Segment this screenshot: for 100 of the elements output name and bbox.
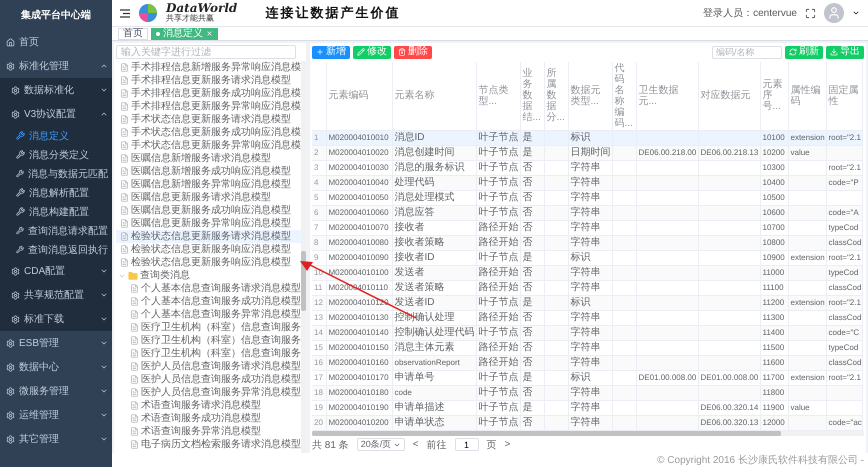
table-row[interactable]: 6 M020004010060 消息应答 叶子节点 否 字符串 10600 code="A xyxy=(312,205,862,220)
sidebar-item[interactable]: 标准下载 xyxy=(0,307,112,331)
table-cell: 11100 xyxy=(760,280,788,296)
sidebar-item[interactable]: 消息分类定义 xyxy=(0,145,112,164)
column-header[interactable]: 代码名称编码... xyxy=(612,62,636,130)
sidebar-item[interactable]: 查询消息返回执行 xyxy=(0,240,112,259)
tree-item[interactable]: 手术排程信息更新服务成功响应消息模 xyxy=(116,87,301,100)
tree-item[interactable]: 医嘱信息新增服务异常响应消息模型 xyxy=(116,178,301,191)
column-header[interactable]: 所属数据分... xyxy=(544,62,568,130)
tree-item[interactable]: 术语查询服务请求消息模型 xyxy=(116,399,301,412)
next-page-button[interactable]: > xyxy=(504,439,510,450)
close-icon[interactable] xyxy=(206,30,213,37)
table-row[interactable]: 15 M020004010150 消息主体元素 路径开始 否 字符串 11500 typeCod xyxy=(312,340,862,356)
tree-item[interactable]: 手术状态信息更新服务异常响应消息模 xyxy=(116,139,301,152)
table-row[interactable]: 19 M020004010190 申请单描述 叶子节点 是 字符串 DE06.00.320.14 11900 value xyxy=(312,400,862,416)
document-icon xyxy=(120,128,129,137)
table-cell: 11300 xyxy=(760,310,788,326)
column-header[interactable]: 对应数据元 xyxy=(698,62,760,130)
tree-item[interactable]: 术语查询服务异常消息模型 xyxy=(116,425,301,438)
menu-icon[interactable] xyxy=(120,8,130,18)
avatar[interactable] xyxy=(824,3,844,23)
tree-item[interactable]: 检验状态信息更新服务请求消息模型 xyxy=(116,230,301,243)
add-button[interactable]: 新增 xyxy=(312,46,350,59)
table-row[interactable]: 2 M020004010020 消息创建时间 叶子节点 是 日期时间 DE06.00.218.00 DE06.00.218.13 10200 value xyxy=(312,145,862,160)
page-size-select[interactable]: 20条/页 xyxy=(356,438,405,452)
tree-item[interactable]: 个人基本信息查询服务异常消息模型 xyxy=(116,308,301,321)
table-row[interactable]: 16 M020004010160 observationReport 路径开始 否 字符串 11600 classCod xyxy=(312,355,862,370)
prev-page-button[interactable]: < xyxy=(412,439,419,450)
column-header[interactable]: 属性编码 xyxy=(788,62,826,130)
sidebar-item[interactable]: 消息构建配置 xyxy=(0,202,112,221)
tree-item[interactable]: 医疗卫生机构（科室）信息查询服务 xyxy=(116,321,301,334)
table-cell: 叶子节点 xyxy=(476,250,520,266)
tree-item[interactable]: 手术排程信息新增服务异常响应消息模 xyxy=(116,61,301,74)
sidebar-item[interactable]: 消息解析配置 xyxy=(0,183,112,202)
table-cell: DE06.00.320.13 xyxy=(698,415,760,430)
delete-button[interactable]: 删除 xyxy=(394,46,432,59)
tree-item[interactable]: 医嘱信息新增服务请求消息模型 xyxy=(116,152,301,165)
sidebar-item[interactable]: 共享规范配置 xyxy=(0,283,112,307)
row-number: 4 xyxy=(312,175,326,190)
tree-item[interactable]: 医护人员信息查询服务成功消息模型 xyxy=(116,373,301,386)
table-cell: M020004010130 xyxy=(326,310,392,326)
caret-icon[interactable] xyxy=(852,9,860,17)
tree-item[interactable]: 电子病历文档检索服务请求消息模型 xyxy=(116,438,301,451)
tree-item[interactable]: 检验状态信息更新服务响应消息模型 xyxy=(116,256,301,269)
table-cell: 否 xyxy=(520,205,544,220)
tree-item[interactable]: 手术状态信息更新服务请求消息模型 xyxy=(116,113,301,126)
column-header[interactable]: 元素名称 xyxy=(392,62,476,130)
table-cell: 路径开始 xyxy=(476,355,520,370)
tree-item[interactable]: 手术状态信息更新服务成功响应消息模 xyxy=(116,126,301,139)
tree-item[interactable]: 个人基本信息查询服务请求消息模型 xyxy=(116,282,301,295)
column-header[interactable]: 业务数据结... xyxy=(520,62,544,130)
sidebar-item[interactable]: 数据标准化 xyxy=(0,78,112,102)
tree-item[interactable]: 医嘱信息更新服务成功响应消息模型 xyxy=(116,204,301,217)
horizontal-scrollbar[interactable] xyxy=(312,430,864,436)
tree-item[interactable]: 手术排程信息更新服务异常响应消息模 xyxy=(116,100,301,113)
column-header[interactable]: 固定属性 xyxy=(826,62,862,130)
column-header[interactable]: 元素编码 xyxy=(326,62,392,130)
table-row[interactable]: 1 M020004010010 消息ID 叶子节点 是 标识 10100 extension root="2.1 xyxy=(312,130,862,146)
table-row[interactable]: 8 M020004010080 接收者策略 路径开始 否 字符串 10800 classCod xyxy=(312,235,862,250)
tree-item[interactable]: 医嘱信息新增服务成功响应消息模型 xyxy=(116,165,301,178)
table-cell: 11800 xyxy=(760,385,788,400)
tree-item[interactable]: 医嘱信息更新服务请求消息模型 xyxy=(116,191,301,204)
sidebar-item[interactable]: V3协议配置 xyxy=(0,102,112,126)
table-cell: 字符串 xyxy=(568,205,612,220)
tree-folder[interactable]: 查询类消息 xyxy=(116,269,301,282)
table-row[interactable]: 4 M020004010040 处理代码 叶子节点 否 字符串 10400 code="P xyxy=(312,175,862,190)
filter-field[interactable]: 输入关键字进行过滤 xyxy=(116,45,296,59)
table-row[interactable]: 14 M020004010140 控制确认处理代码 叶子节点 否 字符串 11400 code="C xyxy=(312,325,862,340)
sidebar-item[interactable]: 查询消息请求配置 xyxy=(0,221,112,240)
document-icon xyxy=(120,258,129,267)
tree-item[interactable]: 医疗卫生机构（科室）信息查询服务 xyxy=(116,347,301,360)
table-cell: 标识 xyxy=(568,370,612,386)
sidebar-item[interactable]: CDA配置 xyxy=(0,259,112,283)
tab[interactable]: 首页 xyxy=(118,28,148,40)
column-header[interactable]: 元素序号... xyxy=(760,62,788,130)
table-row[interactable]: 7 M020004010070 接收者 路径开始 否 字符串 10700 typeCod xyxy=(312,220,862,236)
scrollbar[interactable] xyxy=(301,61,306,453)
tree-item[interactable]: 医护人员信息查询服务异常消息模型 xyxy=(116,386,301,399)
tree-item[interactable]: 术语查询服务成功消息模型 xyxy=(116,412,301,425)
search-field[interactable]: 编码/名称 xyxy=(712,46,782,59)
chevron-down-icon xyxy=(100,86,108,94)
tree-item[interactable]: 个人基本信息查询服务成功消息模型 xyxy=(116,295,301,308)
page-field[interactable]: 1 xyxy=(454,438,479,452)
sidebar-item[interactable]: 消息定义 xyxy=(0,126,112,145)
tree-item[interactable]: 医嘱信息更新服务异常响应消息模型 xyxy=(116,217,301,230)
fullscreen-icon[interactable] xyxy=(805,8,816,18)
tree-item[interactable]: 手术排程信息更新服务请求消息模型 xyxy=(116,74,301,87)
tree-item[interactable]: 检验状态信息更新服务响应消息模型 xyxy=(116,243,301,256)
column-header[interactable]: 节点类型... xyxy=(476,62,520,130)
table-row[interactable]: 9 M020004010090 接收者ID 叶子节点 是 标识 10900 extension root="2.1 xyxy=(312,250,862,266)
tree-item[interactable]: 医护人员信息查询服务请求消息模型 xyxy=(116,360,301,373)
sidebar-item[interactable]: 消息与数据元匹配 xyxy=(0,164,112,183)
table-row[interactable]: 5 M020004010050 消息处理模式 叶子节点 否 字符串 10500 xyxy=(312,190,862,206)
table-cell: 字符串 xyxy=(568,355,612,370)
column-header[interactable]: 卫生数据元... xyxy=(636,62,698,130)
table-row[interactable]: 18 M020004010180 code 叶子节点 否 字符串 11800 xyxy=(312,385,862,400)
column-header[interactable]: 数据元类型... xyxy=(568,62,612,130)
table-row[interactable]: 3 M020004010030 消息的服务标识 叶子节点 否 字符串 10300 root="2.1 xyxy=(312,160,862,176)
table-row[interactable]: 17 M020004010170 申请单号 叶子节点 是 标识 DE01.00.008.00 DE01.00.008.00 11700 extension root="2.1 xyxy=(312,370,862,386)
tree-item[interactable]: 医疗卫生机构（科室）信息查询服务 xyxy=(116,334,301,347)
